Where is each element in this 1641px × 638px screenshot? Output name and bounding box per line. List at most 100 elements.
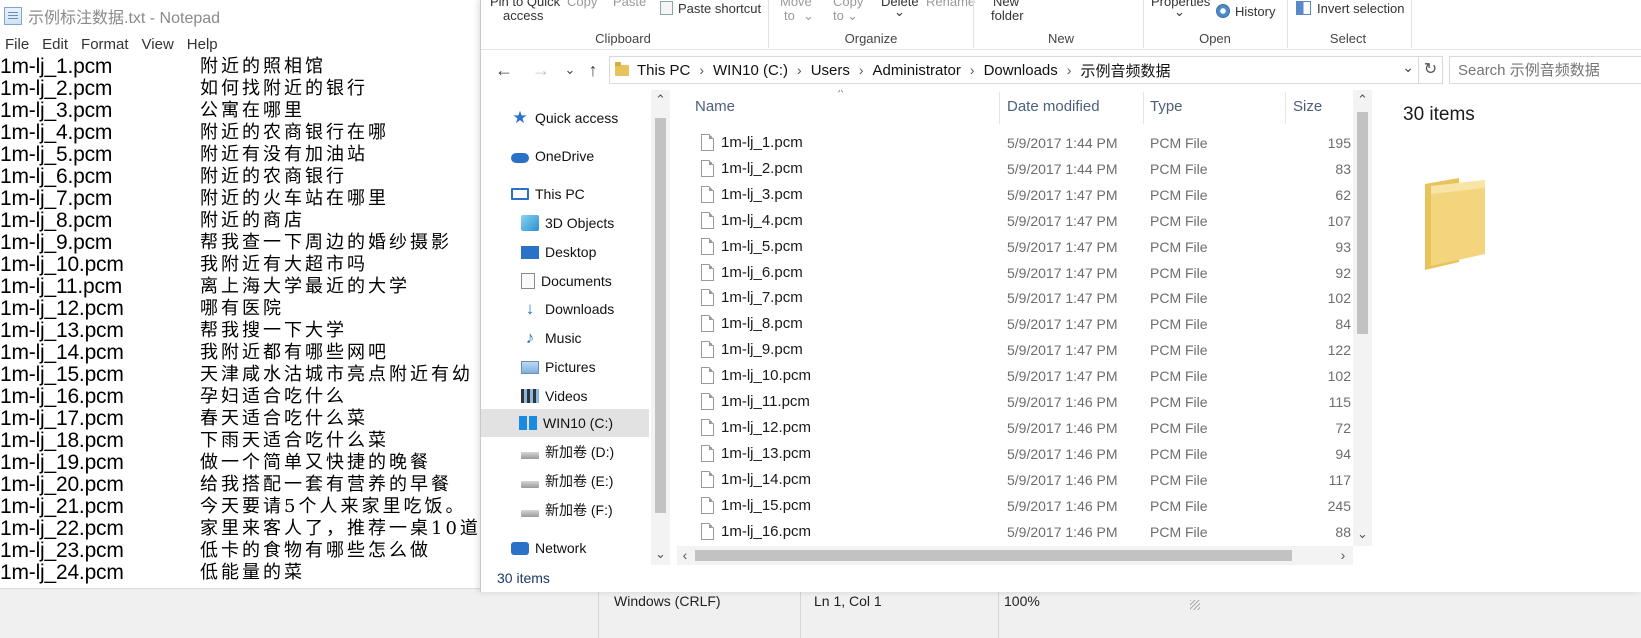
copy-to-label: to xyxy=(833,8,844,23)
file-row[interactable]: 1m-lj_16.pcm 5/9/2017 1:46 PM PCM File 88 xyxy=(681,519,1353,545)
up-arrow-icon[interactable]: ↑ xyxy=(582,59,604,81)
nav-item[interactable]: 新加卷 (E:) xyxy=(481,467,651,495)
nav-item[interactable]: ↓ Downloads xyxy=(481,295,651,323)
file-row[interactable]: 1m-lj_3.pcm 5/9/2017 1:47 PM PCM File 62 xyxy=(681,182,1353,208)
column-header-date[interactable]: Date modified xyxy=(1007,98,1100,115)
nav-item[interactable]: ★ Quick access xyxy=(481,104,651,132)
rename-button[interactable]: Rename xyxy=(926,0,975,9)
menu-edit[interactable]: Edit xyxy=(37,34,76,56)
scroll-down-icon[interactable]: ⌄ xyxy=(651,546,670,562)
chevron-down-icon: ⌄ xyxy=(847,8,858,23)
copy-button[interactable]: Copy xyxy=(567,0,597,9)
paste-button[interactable]: Paste xyxy=(613,0,646,9)
line-filename: 1m-lj_23.pcm xyxy=(0,539,124,562)
file-row[interactable]: 1m-lj_6.pcm 5/9/2017 1:47 PM PCM File 92 xyxy=(681,260,1353,286)
file-row[interactable]: 1m-lj_4.pcm 5/9/2017 1:47 PM PCM File 107 xyxy=(681,208,1353,234)
nav-item[interactable]: Network xyxy=(481,534,651,562)
column-divider[interactable] xyxy=(1143,92,1144,124)
breadcrumb-drive-c[interactable]: WIN10 (C:) xyxy=(713,62,788,79)
file-row[interactable]: 1m-lj_14.pcm 5/9/2017 1:46 PM PCM File 117 xyxy=(681,467,1353,493)
nav-item[interactable]: 3D Objects xyxy=(481,209,651,237)
scroll-right-icon[interactable]: › xyxy=(1335,546,1351,565)
chevron-right-icon[interactable]: › xyxy=(859,62,864,78)
file-row[interactable]: 1m-lj_9.pcm 5/9/2017 1:47 PM PCM File 122 xyxy=(681,337,1353,363)
file-row[interactable]: 1m-lj_15.pcm 5/9/2017 1:46 PM PCM File 245 xyxy=(681,493,1353,519)
paste-shortcut-button[interactable]: Paste shortcut xyxy=(678,1,761,16)
chevron-down-icon: ⌄ xyxy=(894,4,905,19)
notepad-line: 1m-lj_21.pcm 今天要请5个人来家里吃饭。 xyxy=(0,496,480,518)
breadcrumb-users[interactable]: Users xyxy=(811,62,850,79)
scroll-up-icon[interactable]: ⌃ xyxy=(651,92,670,108)
recent-locations-chevron-icon[interactable]: ⌄ xyxy=(559,59,581,81)
file-row[interactable]: 1m-lj_13.pcm 5/9/2017 1:46 PM PCM File 94 xyxy=(681,441,1353,467)
breadcrumb-administrator[interactable]: Administrator xyxy=(873,62,961,79)
file-list-vertical-scrollbar[interactable]: ⌃ ⌄ xyxy=(1353,90,1372,546)
resize-grip[interactable] xyxy=(1190,600,1200,610)
file-name: 1m-lj_13.pcm xyxy=(721,444,812,462)
column-divider[interactable] xyxy=(1285,92,1286,124)
file-row[interactable]: 1m-lj_2.pcm 5/9/2017 1:44 PM PCM File 83 xyxy=(681,156,1353,182)
address-dropdown-icon[interactable]: ⌄ xyxy=(1402,59,1414,76)
nav-item[interactable]: OneDrive xyxy=(481,142,651,170)
scrollbar-thumb[interactable] xyxy=(1357,112,1368,334)
scrollbar-thumb[interactable] xyxy=(655,118,666,513)
nav-item[interactable]: Pictures xyxy=(481,353,651,381)
line-transcript: 我附近有大超市吗 xyxy=(200,254,368,275)
scroll-left-icon[interactable]: ‹ xyxy=(677,546,693,565)
column-header-type[interactable]: Type xyxy=(1150,98,1183,115)
column-divider[interactable] xyxy=(999,92,1000,124)
back-arrow-icon[interactable]: ← xyxy=(493,59,515,81)
chevron-right-icon[interactable]: › xyxy=(797,62,802,78)
nav-item[interactable]: 新加卷 (D:) xyxy=(481,438,651,466)
file-icon xyxy=(701,522,714,540)
file-row[interactable]: 1m-lj_7.pcm 5/9/2017 1:47 PM PCM File 102 xyxy=(681,285,1353,311)
forward-arrow-icon[interactable]: → xyxy=(530,59,552,81)
file-name: 1m-lj_5.pcm xyxy=(721,237,803,255)
file-type: PCM File xyxy=(1150,368,1208,385)
chevron-right-icon[interactable]: › xyxy=(970,62,975,78)
breadcrumb-this-pc[interactable]: This PC xyxy=(637,62,690,79)
file-name: 1m-lj_2.pcm xyxy=(721,159,803,177)
search-input[interactable] xyxy=(1449,56,1641,84)
nav-item[interactable]: ♪ Music xyxy=(481,324,651,352)
nav-item[interactable]: This PC xyxy=(481,180,651,208)
history-button[interactable]: History xyxy=(1235,4,1275,19)
menu-format[interactable]: Format xyxy=(76,34,137,56)
chevron-right-icon[interactable]: › xyxy=(699,62,704,78)
notepad-text-area[interactable]: 1m-lj_1.pcm 附近的照相馆 1m-lj_2.pcm 如何找附近的银行 1m-l… xyxy=(0,56,480,588)
nav-item[interactable]: Desktop xyxy=(481,238,651,266)
nav-item[interactable]: Videos xyxy=(481,382,651,410)
nav-item[interactable]: WIN10 (C:) xyxy=(481,409,649,437)
column-header-size[interactable]: Size xyxy=(1293,98,1322,115)
file-list-horizontal-scrollbar[interactable]: ‹ › xyxy=(677,546,1353,565)
file-name: 1m-lj_7.pcm xyxy=(721,289,803,307)
scrollbar-thumb[interactable] xyxy=(695,550,1292,561)
file-row[interactable]: 1m-lj_5.pcm 5/9/2017 1:47 PM PCM File 93 xyxy=(681,234,1353,260)
breadcrumb-current-folder[interactable]: 示例音频数据 xyxy=(1080,60,1170,81)
network-icon xyxy=(511,541,529,555)
breadcrumb-downloads[interactable]: Downloads xyxy=(984,62,1058,79)
menu-file[interactable]: File xyxy=(0,34,37,56)
refresh-icon[interactable]: ↻ xyxy=(1419,56,1443,84)
chevron-right-icon[interactable]: › xyxy=(1067,62,1072,78)
menu-view[interactable]: View xyxy=(137,34,182,56)
file-row[interactable]: 1m-lj_8.pcm 5/9/2017 1:47 PM PCM File 84 xyxy=(681,311,1353,337)
invert-selection-button[interactable]: Invert selection xyxy=(1317,1,1404,16)
file-name: 1m-lj_4.pcm xyxy=(721,211,803,229)
file-row[interactable]: 1m-lj_1.pcm 5/9/2017 1:44 PM PCM File 195 xyxy=(681,130,1353,156)
scroll-down-icon[interactable]: ⌄ xyxy=(1353,526,1372,542)
file-row[interactable]: 1m-lj_11.pcm 5/9/2017 1:46 PM PCM File 115 xyxy=(681,389,1353,415)
group-organize: Organize xyxy=(844,31,898,46)
file-row[interactable]: 1m-lj_10.pcm 5/9/2017 1:47 PM PCM File 102 xyxy=(681,363,1353,389)
navigation-scrollbar[interactable]: ⌃ ⌄ xyxy=(651,90,670,565)
file-type: PCM File xyxy=(1150,523,1208,540)
menu-help[interactable]: Help xyxy=(182,34,226,56)
nav-item[interactable]: Documents xyxy=(481,267,651,295)
file-row[interactable]: 1m-lj_12.pcm 5/9/2017 1:46 PM PCM File 72 xyxy=(681,415,1353,441)
ribbon-separator xyxy=(1287,0,1288,48)
nav-item-label: WIN10 (C:) xyxy=(543,415,613,431)
column-header-name[interactable]: Name xyxy=(695,98,735,115)
address-box[interactable]: This PC › WIN10 (C:) › Users › Administr… xyxy=(609,56,1419,84)
nav-item[interactable]: 新加卷 (F:) xyxy=(481,496,651,524)
scroll-up-icon[interactable]: ⌃ xyxy=(1353,92,1372,108)
